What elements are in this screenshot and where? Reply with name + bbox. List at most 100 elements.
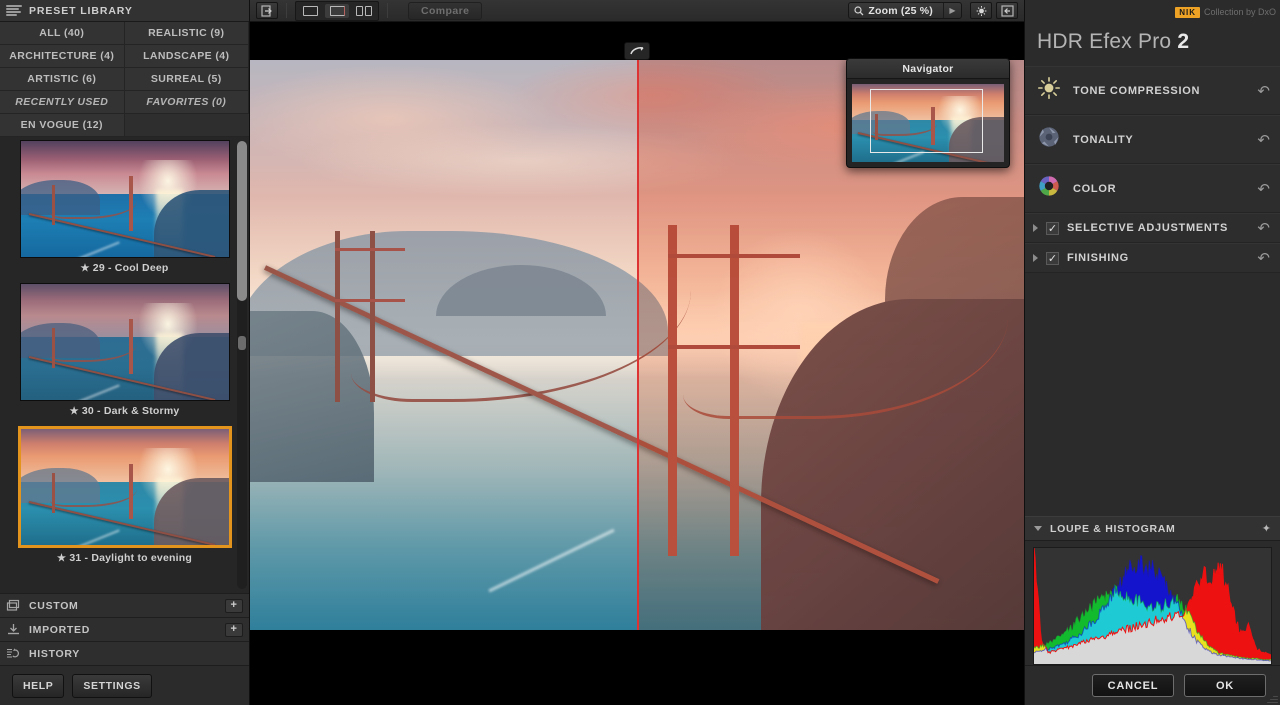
star-icon[interactable]: ★ — [57, 553, 66, 564]
section-color[interactable]: COLOR ↶ — [1025, 164, 1280, 213]
preset-library-header: PRESET LIBRARY — [0, 0, 249, 22]
sidebar-item-history[interactable]: HISTORY — [0, 641, 249, 665]
scrollbar-nub[interactable] — [238, 336, 246, 350]
preset-library-title: PRESET LIBRARY — [29, 5, 133, 17]
zoom-label: Zoom (25 %) — [849, 5, 943, 17]
preset-name: 29 - Cool Deep — [93, 262, 169, 274]
compare-button[interactable]: Compare — [408, 2, 482, 20]
category-en-vogue[interactable]: EN VOGUE (12) — [0, 114, 125, 137]
preset-thumbnail[interactable] — [20, 140, 230, 258]
ok-button[interactable]: OK — [1184, 674, 1266, 697]
app-title-version: 2 — [1177, 30, 1189, 53]
magnifier-icon — [854, 6, 864, 16]
toolbar-divider — [286, 3, 287, 18]
loupe-histogram-label: LOUPE & HISTOGRAM — [1050, 523, 1175, 535]
split-divider-line[interactable] — [637, 60, 639, 630]
category-landscape[interactable]: LANDSCAPE (4) — [125, 45, 250, 68]
navigator-panel[interactable]: Navigator — [846, 58, 1010, 168]
copy-icon — [6, 599, 21, 612]
chevron-right-icon[interactable] — [1033, 224, 1038, 232]
split-divider-handle[interactable] — [624, 42, 650, 60]
chevron-down-icon[interactable] — [1034, 526, 1042, 531]
reset-icon[interactable]: ↶ — [1257, 219, 1270, 237]
zoom-value: Zoom (25 %) — [868, 5, 933, 17]
section-tonality[interactable]: TONALITY ↶ — [1025, 115, 1280, 164]
cancel-button[interactable]: CANCEL — [1092, 674, 1174, 697]
finishing-checkbox[interactable]: ✓ — [1046, 252, 1059, 265]
preset-name: 30 - Dark & Stormy — [82, 405, 180, 417]
brand-row: NIK Collection by DxO — [1025, 0, 1280, 24]
list-item[interactable]: ★ 29 - Cool Deep — [7, 140, 243, 279]
preset-thumbnail[interactable] — [18, 426, 232, 548]
nik-logo: NIK — [1175, 7, 1200, 18]
pin-icon[interactable]: ✦ — [1262, 522, 1271, 535]
preset-thumbnail-image — [21, 429, 229, 545]
image-workspace: Compare Zoom (25 %) ▶ — [250, 0, 1024, 705]
category-realistic[interactable]: REALISTIC (9) — [125, 22, 250, 45]
sidebar-item-custom[interactable]: CUSTOM + — [0, 593, 249, 617]
settings-button[interactable]: SETTINGS — [72, 674, 151, 698]
single-view-button[interactable] — [298, 4, 322, 18]
add-custom-button[interactable]: + — [225, 599, 243, 613]
category-favorites[interactable]: FAVORITES (0) — [125, 91, 250, 114]
sidebar-item-imported[interactable]: IMPORTED + — [0, 617, 249, 641]
section-label: COLOR — [1073, 183, 1116, 195]
category-surreal[interactable]: SURREAL (5) — [125, 68, 250, 91]
preset-name: 31 - Daylight to evening — [69, 552, 192, 564]
loupe-histogram-header[interactable]: LOUPE & HISTOGRAM ✦ — [1025, 516, 1280, 541]
loupe-brightness-icon[interactable] — [970, 2, 992, 19]
collapse-panel-icon[interactable] — [996, 2, 1018, 19]
star-icon[interactable]: ★ — [70, 406, 79, 417]
export-icon[interactable] — [256, 2, 278, 19]
top-toolbar: Compare Zoom (25 %) ▶ — [250, 0, 1024, 22]
list-item[interactable]: ★ 30 - Dark & Stormy — [7, 283, 243, 422]
sun-icon — [1037, 76, 1061, 105]
page-title: HDR Efex Pro 2 — [1025, 24, 1280, 66]
section-tone-compression[interactable]: TONE COMPRESSION ↶ — [1025, 66, 1280, 115]
reset-icon[interactable]: ↶ — [1257, 131, 1270, 149]
category-empty-slot — [125, 114, 250, 137]
section-label: TONALITY — [1073, 134, 1133, 146]
scrollbar-thumb[interactable] — [237, 141, 247, 301]
reset-icon[interactable]: ↶ — [1257, 249, 1270, 267]
preset-thumbnail[interactable] — [20, 283, 230, 401]
add-imported-button[interactable]: + — [225, 623, 243, 637]
section-label: FINISHING — [1067, 252, 1129, 264]
side-by-side-view-button[interactable] — [352, 4, 376, 18]
section-label: SELECTIVE ADJUSTMENTS — [1067, 222, 1228, 234]
preset-list[interactable]: ★ 29 - Cool Deep ★ 30 - Dark & Stormy — [0, 137, 249, 593]
navigator-viewport-rect[interactable] — [870, 89, 982, 153]
toolbar-divider-2 — [387, 3, 388, 18]
selective-adjustments-checkbox[interactable]: ✓ — [1046, 222, 1059, 235]
section-label: TONE COMPRESSION — [1073, 85, 1200, 97]
reset-icon[interactable]: ↶ — [1257, 82, 1270, 100]
list-item-selected[interactable]: ★ 31 - Daylight to evening — [7, 426, 243, 569]
histogram-svg — [1034, 548, 1271, 664]
hamburger-icon[interactable] — [6, 5, 22, 17]
preset-list-scrollbar[interactable] — [237, 141, 247, 589]
section-selective-adjustments[interactable]: ✓ SELECTIVE ADJUSTMENTS ↶ — [1025, 213, 1280, 243]
chevron-right-icon[interactable]: ▶ — [943, 3, 961, 18]
color-wheel-icon — [1037, 174, 1061, 203]
aperture-icon — [1037, 125, 1061, 154]
category-recently-used[interactable]: RECENTLY USED — [0, 91, 125, 114]
image-canvas[interactable]: Navigator — [250, 22, 1024, 705]
sidebar-item-label: CUSTOM — [29, 600, 79, 612]
help-button[interactable]: HELP — [12, 674, 64, 698]
import-icon — [6, 623, 21, 636]
zoom-selector[interactable]: Zoom (25 %) ▶ — [848, 2, 962, 19]
resize-grip-icon[interactable] — [1266, 691, 1278, 703]
split-view-button[interactable] — [325, 4, 349, 18]
star-icon[interactable]: ★ — [80, 263, 89, 274]
navigator-thumbnail[interactable] — [852, 84, 1004, 162]
category-architecture[interactable]: ARCHITECTURE (4) — [0, 45, 125, 68]
histogram-chart[interactable] — [1033, 547, 1272, 665]
section-finishing[interactable]: ✓ FINISHING ↶ — [1025, 243, 1280, 273]
footer-buttons: CANCEL OK — [1025, 665, 1280, 705]
reset-icon[interactable]: ↶ — [1257, 180, 1270, 198]
preset-thumbnail-image — [21, 284, 229, 400]
chevron-right-icon[interactable] — [1033, 254, 1038, 262]
category-artistic[interactable]: ARTISTIC (6) — [0, 68, 125, 91]
category-all[interactable]: ALL (40) — [0, 22, 125, 45]
preset-library-panel: PRESET LIBRARY ALL (40) REALISTIC (9) AR… — [0, 0, 250, 705]
